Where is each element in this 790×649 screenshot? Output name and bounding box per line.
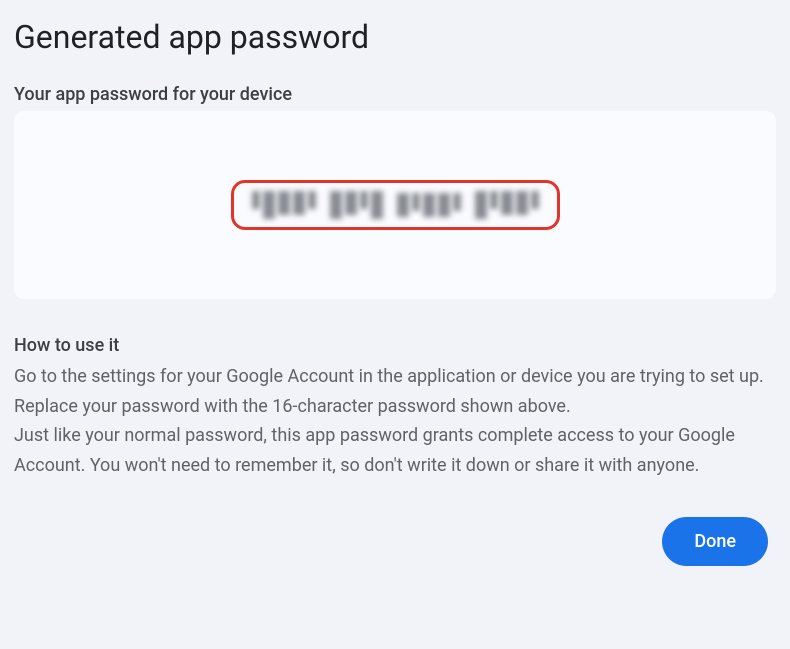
howto-paragraph-2: Just like your normal password, this app… [14, 421, 776, 480]
password-group-2 [330, 191, 383, 219]
button-row: Done [14, 517, 776, 566]
howto-paragraph-1: Go to the settings for your Google Accou… [14, 362, 776, 421]
password-subtitle: Your app password for your device [14, 84, 776, 105]
password-group-3 [397, 193, 461, 217]
password-group-4 [475, 191, 539, 219]
done-button[interactable]: Done [662, 517, 768, 566]
page-title: Generated app password [14, 18, 776, 56]
password-group-1 [252, 191, 316, 219]
howto-heading: How to use it [14, 335, 776, 356]
password-highlight-frame [231, 180, 560, 230]
password-display-box [14, 111, 776, 299]
